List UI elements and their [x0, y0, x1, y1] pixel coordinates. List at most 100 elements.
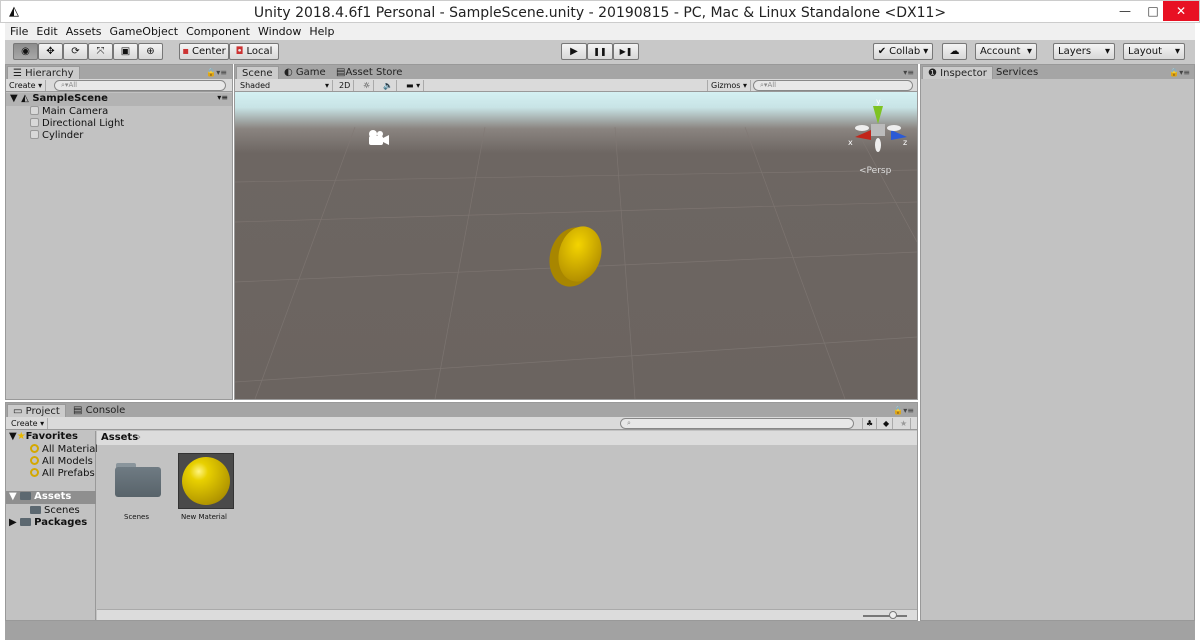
menu-assets[interactable]: Assets [66, 25, 102, 38]
title-bar: ◭ Unity 2018.4.6f1 Personal - SampleScen… [0, 0, 1200, 23]
scene-panel: Scene ◐ Game ▤Asset Store ▾≡ Shaded ▾ 2D … [234, 64, 918, 400]
tab-game[interactable]: ◐ Game [279, 66, 331, 79]
main-toolbar: ◉ ✥ ⟳ ⤧ ▣ ⊕ ▪ Center ◘ Local ▶ ❚❚ ▶❚ ✔ Coll… [5, 40, 1195, 64]
tab-console[interactable]: ▤ Console [68, 404, 130, 417]
tab-hierarchy[interactable]: ☰ Hierarchy [7, 66, 80, 79]
shading-mode-dropdown[interactable]: Shaded ▾ [237, 80, 333, 91]
breadcrumb-assets[interactable]: Assets [101, 432, 138, 443]
project-panel: ▭ Project ▤ Console 🔒▾≡ Create ▾ ⌕ ♣ ◆ ★… [5, 402, 918, 621]
chevron-down-icon: ▾ [1174, 46, 1180, 57]
gameobject-icon [30, 106, 39, 115]
audio-toggle[interactable]: 🔈 [380, 80, 397, 91]
collapse-arrow-icon: ▶ [9, 517, 21, 528]
scene-name: SampleScene [32, 93, 108, 104]
search-by-label-button[interactable]: ◆ [880, 418, 894, 429]
local-icon: ◘ [235, 46, 244, 57]
play-button[interactable]: ▶ [561, 43, 587, 60]
chevron-right-icon: › [137, 432, 141, 443]
scene-menu-icon[interactable]: ▾≡ [217, 93, 228, 102]
move-tool-button[interactable]: ✥ [38, 43, 63, 60]
tab-asset-store[interactable]: ▤Asset Store [331, 66, 407, 79]
view-tool-button[interactable]: ◉ [13, 43, 38, 60]
project-tab-label: Project [25, 406, 60, 417]
zoom-slider[interactable] [863, 615, 907, 617]
asset-store-tab-label: Asset Store [345, 67, 403, 78]
tab-scene[interactable]: Scene [236, 66, 279, 79]
expand-arrow-icon[interactable]: ▼ [10, 93, 21, 104]
tree-all-models[interactable]: All Models [30, 456, 93, 467]
gizmos-dropdown[interactable]: Gizmos ▾ [707, 80, 752, 91]
tab-services[interactable]: Services [991, 66, 1043, 79]
zoom-slider-thumb[interactable] [889, 611, 897, 619]
project-search-input[interactable]: ⌕ [620, 418, 854, 429]
folder-tab-icon: ▭ [13, 406, 26, 417]
layers-dropdown[interactable]: Layers ▾ [1053, 43, 1115, 60]
layout-dropdown[interactable]: Layout ▾ [1123, 43, 1185, 60]
effects-dropdown[interactable]: ▬ ▾ [403, 80, 425, 91]
step-button[interactable]: ▶❚ [613, 43, 639, 60]
cloud-button[interactable]: ☁ [942, 43, 967, 60]
lighting-toggle[interactable]: ☼ [360, 80, 375, 91]
asset-new-material[interactable] [178, 453, 234, 509]
lock-icon[interactable]: 🔒▾≡ [206, 68, 227, 77]
tree-all-materials[interactable]: All Materials [30, 444, 103, 455]
tree-favorites[interactable]: ▼★Favorites [9, 431, 78, 442]
search-by-type-button[interactable]: ♣ [862, 418, 878, 429]
tab-inspector[interactable]: ❶ Inspector [922, 66, 993, 79]
pivot-local-button[interactable]: ◘ Local [229, 43, 279, 60]
scale-icon: ⤧ [96, 46, 105, 57]
pacman-icon: ◐ [284, 67, 296, 78]
rect-tool-button[interactable]: ▣ [113, 43, 138, 60]
menu-bar: File Edit Assets GameObject Component Wi… [5, 23, 1195, 40]
image-icon: ▬ ▾ [406, 81, 421, 90]
tab-project[interactable]: ▭ Project [7, 404, 66, 417]
inspector-panel: ❶ Inspector Services 🔒▾≡ [920, 64, 1195, 621]
account-dropdown[interactable]: Account ▾ [975, 43, 1037, 60]
menu-component[interactable]: Component [186, 25, 250, 38]
menu-gameobject[interactable]: GameObject [110, 25, 179, 38]
scene-search-input[interactable]: ⌕▾All [753, 80, 913, 91]
lock-icon[interactable]: 🔒▾≡ [893, 406, 914, 415]
chevron-down-icon: ▾ [1104, 46, 1110, 57]
item-label: All Materials [42, 444, 104, 455]
menu-file[interactable]: File [10, 25, 28, 38]
cloud-icon: ☁ [949, 46, 960, 57]
persp-label[interactable]: <Persp [859, 166, 892, 176]
tree-scenes[interactable]: Scenes [30, 505, 80, 516]
close-button[interactable]: ✕ [1163, 1, 1199, 21]
create-button[interactable]: Create ▾ [8, 418, 49, 429]
pivot-center-button[interactable]: ▪ Center [179, 43, 229, 60]
2d-toggle[interactable]: 2D [336, 80, 355, 91]
tree-assets[interactable]: ▼ Assets [6, 491, 96, 504]
create-button[interactable]: Create ▾ [6, 80, 47, 91]
tree-packages[interactable]: ▶ Packages [9, 517, 87, 528]
hierarchy-panel: ☰ Hierarchy 🔒▾≡ Create ▾ ⌕▾All ▼ ◭ Sampl… [5, 64, 233, 400]
inspector-tab-label: Inspector [940, 68, 987, 79]
create-label: Create [11, 419, 38, 428]
minimize-button[interactable]: — [1111, 1, 1139, 21]
scale-tool-button[interactable]: ⤧ [88, 43, 113, 60]
menu-edit[interactable]: Edit [36, 25, 57, 38]
lock-icon[interactable]: 🔒▾≡ [1169, 68, 1190, 77]
shading-label: Shaded [240, 81, 271, 90]
menu-window[interactable]: Window [258, 25, 301, 38]
panel-menu-icon[interactable]: ▾≡ [903, 68, 914, 77]
transform-tool-button[interactable]: ⊕ [138, 43, 163, 60]
pause-button[interactable]: ❚❚ [587, 43, 613, 60]
chevron-down-icon: ▾ [1026, 46, 1032, 57]
gizmos-label: Gizmos [711, 81, 741, 90]
collab-dropdown[interactable]: ✔ Collab ▾ [873, 43, 933, 60]
menu-help[interactable]: Help [309, 25, 334, 38]
search-icon [30, 456, 39, 465]
hierarchy-item-main-camera[interactable]: Main Camera [30, 106, 108, 117]
unity-scene-icon: ◭ [21, 93, 29, 104]
scene-viewport[interactable]: y x z <Persp [235, 92, 917, 399]
rotate-tool-button[interactable]: ⟳ [63, 43, 88, 60]
favorite-star-button[interactable]: ★ [897, 418, 912, 429]
asset-scenes-folder[interactable] [115, 463, 161, 499]
scene-header[interactable]: ▼ ◭ SampleScene ▾≡ [6, 93, 232, 106]
hierarchy-search-input[interactable]: ⌕▾All [54, 80, 226, 91]
hierarchy-item-cylinder[interactable]: Cylinder [30, 130, 83, 141]
tree-all-prefabs[interactable]: All Prefabs [30, 468, 95, 479]
hierarchy-item-directional-light[interactable]: Directional Light [30, 118, 124, 129]
